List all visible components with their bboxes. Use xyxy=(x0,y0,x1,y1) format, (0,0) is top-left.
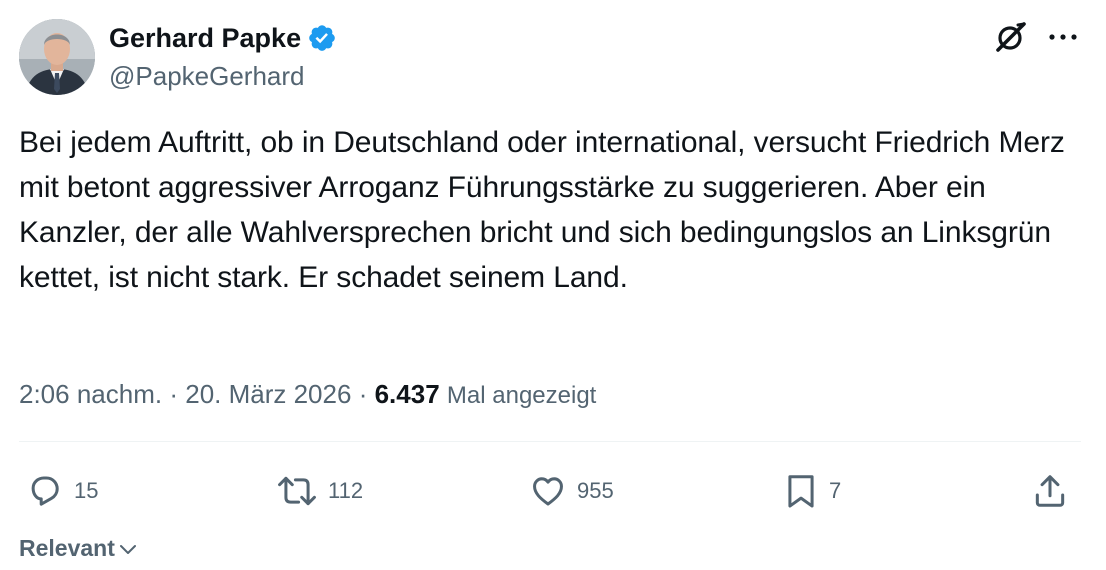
bookmark-count: 7 xyxy=(829,478,842,503)
divider xyxy=(19,441,1081,442)
avatar-image xyxy=(19,19,95,95)
author-handle[interactable]: @PapkeGerhard xyxy=(109,59,305,93)
like-icon xyxy=(529,472,567,510)
reply-count: 15 xyxy=(74,478,99,503)
views-count: 6.437 xyxy=(374,379,440,409)
more-icon[interactable] xyxy=(1048,32,1078,42)
tweet-card: Gerhard Papke @PapkeGerhard Bei jedem Au… xyxy=(0,0,1106,570)
tweet-meta: 2:06 nachm. · 20. März 2026 · 6.437 Mal … xyxy=(19,376,596,414)
tweet-text: Bei jedem Auftritt, ob in Deutschland od… xyxy=(19,126,1065,294)
verified-badge-icon xyxy=(307,23,337,53)
chevron-down-icon xyxy=(119,532,137,564)
action-bar: 15 112 955 7 xyxy=(0,466,1106,516)
reply-icon xyxy=(26,472,64,510)
meta-separator: · xyxy=(358,379,368,409)
sort-label: Relevant xyxy=(19,535,115,561)
top-actions xyxy=(994,20,1078,54)
author-name[interactable]: Gerhard Papke xyxy=(109,20,301,56)
grok-icon[interactable] xyxy=(994,20,1028,54)
avatar[interactable] xyxy=(19,19,95,95)
repost-icon xyxy=(276,472,318,510)
sort-relevant-dropdown[interactable]: Relevant xyxy=(19,532,137,564)
like-button[interactable]: 955 xyxy=(529,466,614,516)
meta-separator: · xyxy=(169,379,178,409)
reply-button[interactable]: 15 xyxy=(26,466,98,516)
tweet-time[interactable]: 2:06 nachm. xyxy=(19,379,162,409)
share-button[interactable] xyxy=(1031,466,1069,516)
bookmark-button[interactable]: 7 xyxy=(783,466,841,516)
author-name-row[interactable]: Gerhard Papke xyxy=(109,20,337,56)
like-count: 955 xyxy=(577,478,614,503)
tweet-date[interactable]: 20. März 2026 xyxy=(185,379,351,409)
repost-button[interactable]: 112 xyxy=(276,466,363,516)
views-label: Mal angezeigt xyxy=(446,382,597,409)
share-icon xyxy=(1031,472,1069,510)
bookmark-icon xyxy=(783,472,819,510)
repost-count: 112 xyxy=(328,478,364,503)
